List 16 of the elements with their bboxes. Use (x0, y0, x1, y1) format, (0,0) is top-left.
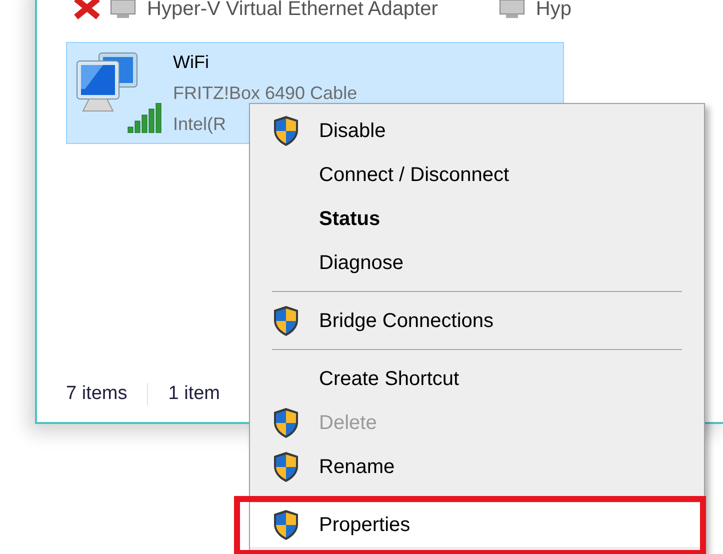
adapter-name: WiFi (173, 53, 209, 72)
selection-count: 1 item (168, 383, 220, 405)
device-name: Intel(R (173, 115, 226, 134)
adapter-item[interactable]: Hyp (498, 0, 572, 20)
adapter-name: Hyper-V Virtual Ethernet Adapter (147, 0, 438, 20)
menu-item[interactable]: Create Shortcut (250, 357, 704, 401)
menu-item[interactable]: Rename (250, 445, 704, 489)
adapter-name: Hyp (536, 0, 572, 20)
adapter-item[interactable]: Hyper-V Virtual Ethernet Adapter (73, 0, 438, 20)
item-count: 7 items (66, 383, 128, 405)
menu-item[interactable]: Bridge Connections (250, 299, 704, 343)
network-name: FRITZ!Box 6490 Cable (173, 84, 358, 103)
menu-item[interactable]: Connect / Disconnect (250, 153, 704, 197)
menu-item[interactable]: Diagnose (250, 241, 704, 285)
menu-item[interactable]: Status (250, 197, 704, 241)
signal-bars-icon (127, 103, 163, 133)
